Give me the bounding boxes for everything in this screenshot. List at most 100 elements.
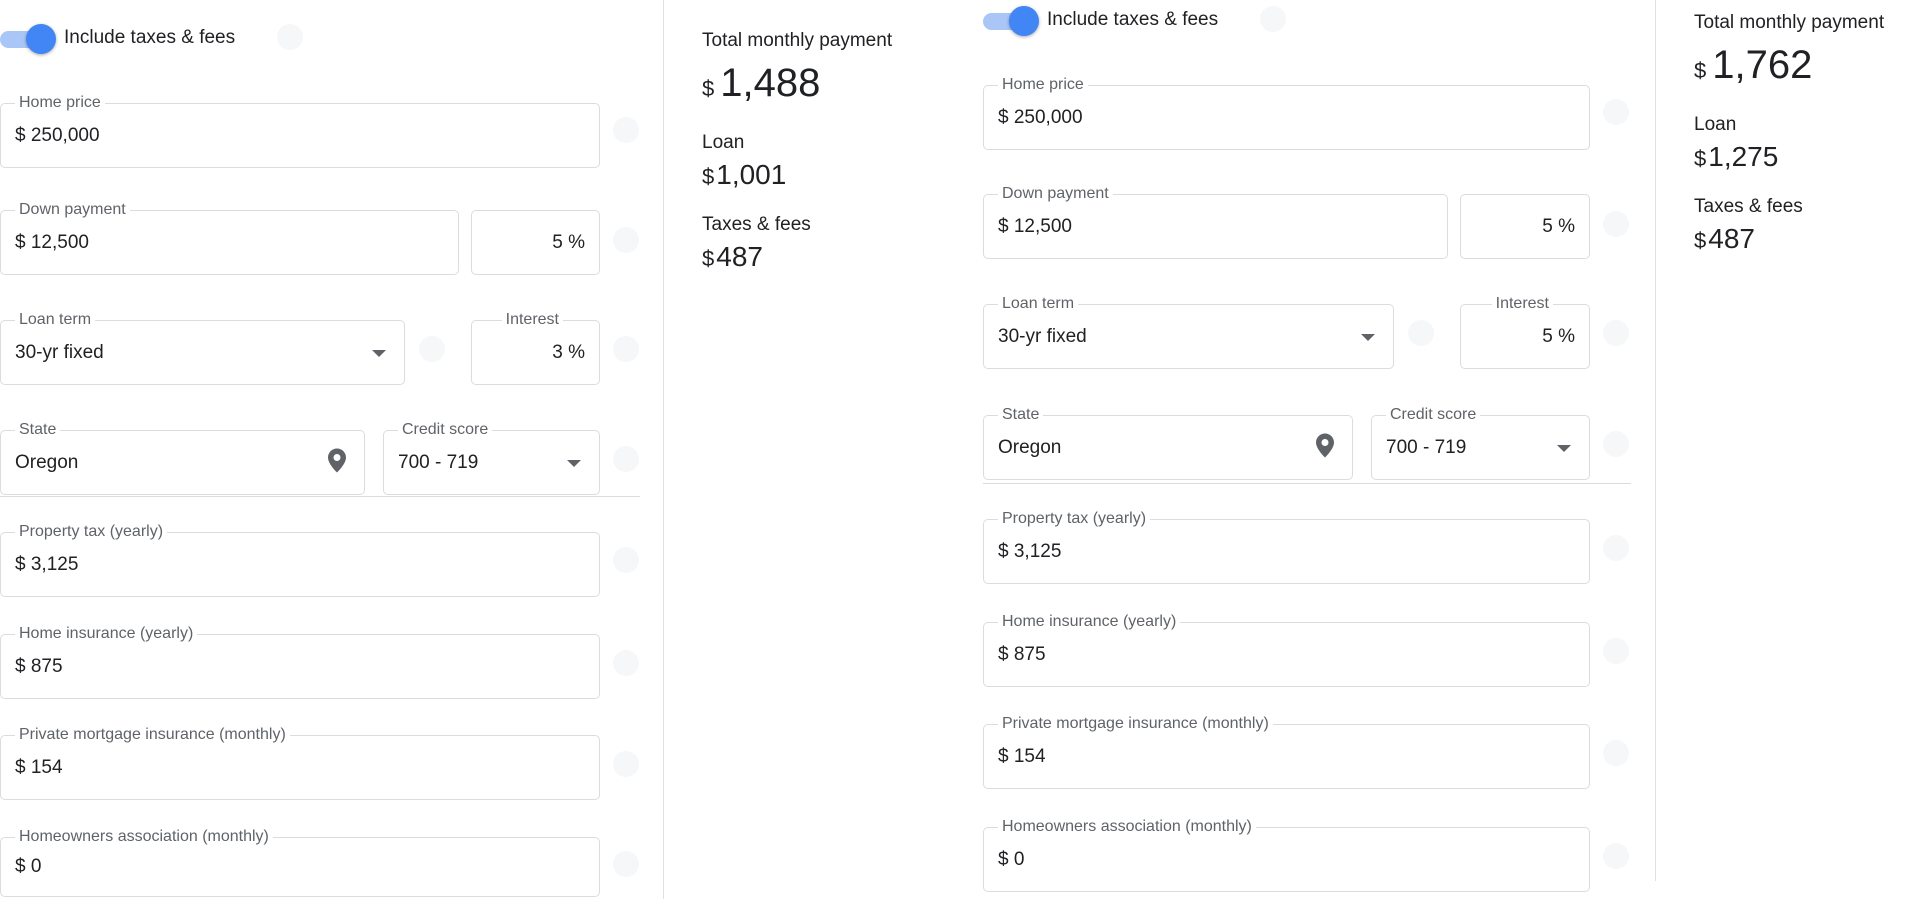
down-payment-percent-field[interactable]: 5 %	[471, 210, 600, 275]
location-pin-icon[interactable]	[328, 448, 346, 477]
pmi-field[interactable]: Private mortgage insurance (monthly) $ 1…	[983, 715, 1590, 789]
currency-symbol: $	[702, 76, 715, 101]
toggle-knob[interactable]	[1009, 6, 1039, 36]
down-payment-label: Down payment	[998, 185, 1113, 203]
home-insurance-label: Home insurance (yearly)	[998, 613, 1181, 631]
chevron-down-icon[interactable]	[1361, 333, 1375, 341]
toggle-knob[interactable]	[26, 24, 56, 54]
ripple-placeholder	[613, 547, 639, 573]
home-insurance-field[interactable]: Home insurance (yearly) $ 875	[0, 625, 600, 699]
pmi-value: $ 154	[998, 745, 1046, 767]
ripple-placeholder	[419, 336, 445, 362]
ripple-placeholder	[277, 24, 303, 50]
chevron-down-icon[interactable]	[372, 349, 386, 357]
home-price-label: Home price	[15, 94, 105, 112]
include-taxes-toggle[interactable]	[0, 24, 56, 54]
total-monthly-payment-label: Total monthly payment	[1694, 12, 1885, 33]
loan-label: Loan	[1694, 114, 1737, 135]
ripple-placeholder	[1603, 535, 1629, 561]
taxes-amount: 487	[716, 241, 763, 272]
hoa-field[interactable]: Homeowners association (monthly) $ 0	[983, 818, 1590, 892]
state-field[interactable]: State Oregon	[983, 406, 1353, 480]
property-tax-value: $ 3,125	[998, 540, 1062, 562]
home-insurance-field[interactable]: Home insurance (yearly) $ 875	[983, 613, 1590, 687]
section-divider	[0, 496, 640, 497]
loan-amount: 1,275	[1708, 141, 1779, 172]
loan-term-select[interactable]: Loan term 30-yr fixed	[983, 295, 1394, 369]
taxes-amount: 487	[1708, 223, 1755, 254]
pmi-label: Private mortgage insurance (monthly)	[15, 726, 290, 744]
home-price-value: $ 250,000	[15, 124, 100, 146]
payment-summary: Total monthly payment $1,762 Loan $1,275…	[1694, 12, 1884, 258]
down-payment-percent-value: 5 %	[1542, 215, 1575, 237]
taxes-fees-value: $487	[1694, 222, 1884, 258]
payment-summary: Total monthly payment $1,488 Loan $1,001…	[702, 30, 892, 276]
loan-term-value: 30-yr fixed	[998, 325, 1087, 347]
column-divider	[663, 0, 664, 899]
down-payment-percent-field[interactable]: 5 %	[1460, 194, 1590, 259]
down-payment-field[interactable]: Down payment $ 12,500	[983, 185, 1448, 259]
pmi-label: Private mortgage insurance (monthly)	[998, 715, 1273, 733]
loan-term-label: Loan term	[998, 295, 1079, 313]
property-tax-field[interactable]: Property tax (yearly) $ 3,125	[0, 523, 600, 597]
ripple-placeholder	[1603, 740, 1629, 766]
ripple-placeholder	[1603, 211, 1629, 237]
ripple-placeholder	[613, 336, 639, 362]
ripple-placeholder	[1603, 638, 1629, 664]
hoa-field[interactable]: Homeowners association (monthly) $ 0	[0, 828, 600, 897]
chevron-down-icon[interactable]	[1557, 444, 1571, 452]
state-label: State	[15, 421, 61, 439]
property-tax-field[interactable]: Property tax (yearly) $ 3,125	[983, 510, 1590, 584]
property-tax-value: $ 3,125	[15, 553, 79, 575]
hoa-label: Homeowners association (monthly)	[998, 818, 1256, 836]
total-monthly-payment-value: $1,488	[702, 60, 892, 112]
down-payment-field[interactable]: Down payment $ 12,500	[0, 201, 459, 275]
credit-score-select[interactable]: Credit score 700 - 719	[1371, 406, 1590, 480]
currency-symbol: $	[1694, 228, 1707, 253]
ripple-placeholder	[1408, 320, 1434, 346]
home-price-field[interactable]: Home price $ 250,000	[983, 76, 1590, 150]
chevron-down-icon[interactable]	[567, 459, 581, 467]
loan-amount: 1,001	[716, 159, 787, 190]
currency-symbol: $	[702, 164, 715, 189]
hoa-label: Homeowners association (monthly)	[15, 828, 273, 846]
total-amount: 1,488	[720, 61, 821, 105]
currency-symbol: $	[1694, 58, 1707, 83]
include-taxes-toggle-row[interactable]: Include taxes & fees	[0, 24, 235, 54]
loan-label: Loan	[702, 132, 745, 153]
loan-term-label: Loan term	[15, 311, 96, 329]
state-value: Oregon	[15, 451, 79, 473]
ripple-placeholder	[613, 851, 639, 877]
loan-value: $1,001	[702, 158, 892, 194]
hoa-value: $ 0	[998, 848, 1025, 870]
home-insurance-value: $ 875	[998, 643, 1046, 665]
credit-score-value: 700 - 719	[1386, 436, 1467, 458]
property-tax-label: Property tax (yearly)	[15, 523, 168, 541]
interest-field[interactable]: Interest 5 %	[1460, 295, 1590, 369]
interest-label: Interest	[501, 311, 563, 329]
interest-field[interactable]: Interest 3 %	[471, 311, 600, 385]
property-tax-label: Property tax (yearly)	[998, 510, 1151, 528]
section-divider	[983, 483, 1631, 484]
state-field[interactable]: State Oregon	[0, 421, 365, 495]
location-pin-icon[interactable]	[1316, 433, 1334, 462]
currency-symbol: $	[1694, 146, 1707, 171]
ripple-placeholder	[1603, 99, 1629, 125]
toggle-label: Include taxes & fees	[1047, 9, 1219, 30]
include-taxes-toggle-row[interactable]: Include taxes & fees	[983, 6, 1219, 36]
ripple-placeholder	[613, 117, 639, 143]
loan-term-value: 30-yr fixed	[15, 341, 104, 363]
pmi-field[interactable]: Private mortgage insurance (monthly) $ 1…	[0, 726, 600, 800]
ripple-placeholder	[1603, 843, 1629, 869]
home-price-label: Home price	[998, 76, 1088, 94]
include-taxes-toggle[interactable]	[983, 6, 1039, 36]
home-price-field[interactable]: Home price $ 250,000	[0, 94, 600, 168]
hoa-value: $ 0	[15, 856, 42, 877]
down-payment-percent-value: 5 %	[552, 231, 585, 253]
interest-value: 5 %	[1542, 325, 1575, 347]
credit-score-value: 700 - 719	[398, 451, 479, 473]
currency-symbol: $	[702, 246, 715, 271]
loan-term-select[interactable]: Loan term 30-yr fixed	[0, 311, 405, 385]
credit-score-select[interactable]: Credit score 700 - 719	[383, 421, 600, 495]
home-insurance-label: Home insurance (yearly)	[15, 625, 198, 643]
